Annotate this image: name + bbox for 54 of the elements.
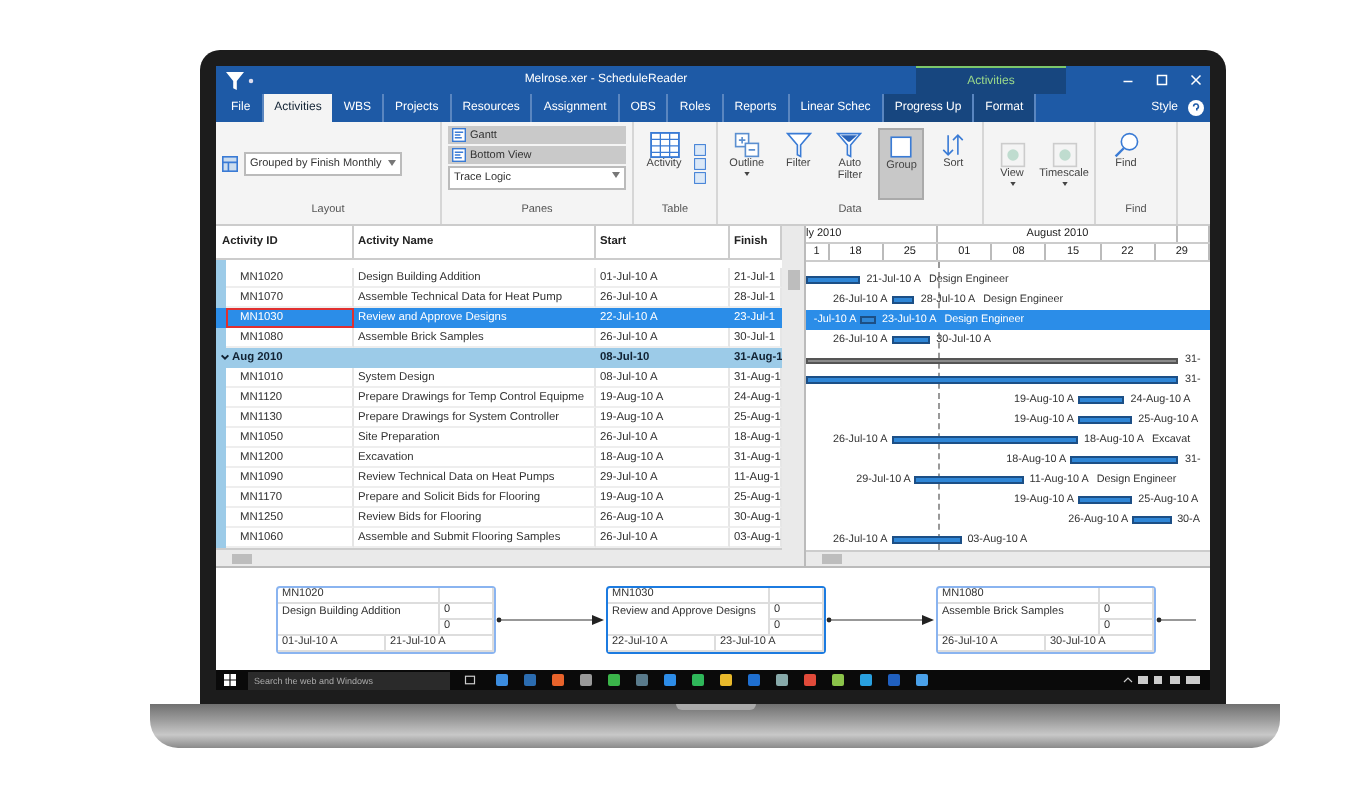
funnel-logo-icon	[226, 71, 244, 89]
gantt-bar[interactable]	[1077, 415, 1133, 423]
caret-icon	[612, 172, 620, 178]
plus-minus-boxes-icon	[733, 131, 760, 157]
gantt-bar[interactable]	[1070, 455, 1179, 463]
taskbar-app-icon[interactable]	[719, 674, 731, 686]
gantt-bar[interactable]	[806, 357, 1179, 363]
taskbar-app-icon[interactable]	[775, 674, 787, 686]
table-grid-icon	[649, 131, 679, 157]
taskbar-app-icon[interactable]	[803, 674, 815, 686]
filter-icon	[785, 131, 812, 157]
taskbar-app-icon[interactable]	[635, 674, 647, 686]
taskbar-app-icon[interactable]	[915, 674, 927, 686]
gantt-bar[interactable]	[891, 335, 931, 343]
table-tools-icon[interactable]	[694, 143, 706, 183]
taskbar-app-icon[interactable]	[691, 674, 703, 686]
task-view-icon[interactable]	[464, 674, 476, 686]
gantt-bar[interactable]	[891, 535, 962, 543]
pane-icon	[452, 128, 466, 142]
taskbar-app-icon[interactable]	[607, 674, 619, 686]
chevron-icon[interactable]	[220, 352, 230, 363]
windows-start-icon[interactable]	[224, 674, 236, 686]
maximize-icon[interactable]	[1156, 74, 1168, 86]
system-tray-icons-drawing[interactable]	[1122, 674, 1202, 686]
square-icon	[888, 133, 915, 159]
connector-line	[1156, 613, 1196, 625]
scrollbar[interactable]	[782, 226, 804, 566]
connector-arrow	[826, 613, 936, 625]
taskbar-app-icon[interactable]	[663, 674, 675, 686]
gantt-bar[interactable]	[806, 375, 1179, 383]
caret-icon	[388, 159, 397, 165]
gantt-bar[interactable]	[1077, 395, 1125, 403]
connector-arrow	[496, 613, 606, 625]
taskbar-app-icon[interactable]	[495, 674, 507, 686]
help-icon[interactable]	[1188, 100, 1204, 116]
gantt-bar[interactable]	[1077, 495, 1133, 503]
layout-icon	[222, 155, 238, 171]
close-icon[interactable]	[1190, 74, 1202, 86]
search-icon	[1113, 131, 1139, 157]
taskbar-app-icon[interactable]	[579, 674, 591, 686]
taskbar-app-icon[interactable]	[551, 674, 563, 686]
gantt-bar[interactable]	[914, 475, 1024, 483]
caret-icon[interactable]	[248, 77, 254, 83]
scrollbar[interactable]	[216, 548, 782, 566]
gantt-bar[interactable]	[1132, 515, 1172, 523]
filter-icon	[836, 131, 863, 157]
gantt-bar[interactable]	[806, 275, 861, 283]
taskbar-app-icon[interactable]	[831, 674, 843, 686]
taskbar-app-icon[interactable]	[859, 674, 871, 686]
pane-icon	[452, 148, 466, 162]
scrollbar[interactable]	[806, 550, 1210, 566]
gantt-bar[interactable]	[891, 295, 915, 303]
sort-icon	[940, 131, 967, 157]
gantt-bar[interactable]	[891, 435, 1078, 443]
